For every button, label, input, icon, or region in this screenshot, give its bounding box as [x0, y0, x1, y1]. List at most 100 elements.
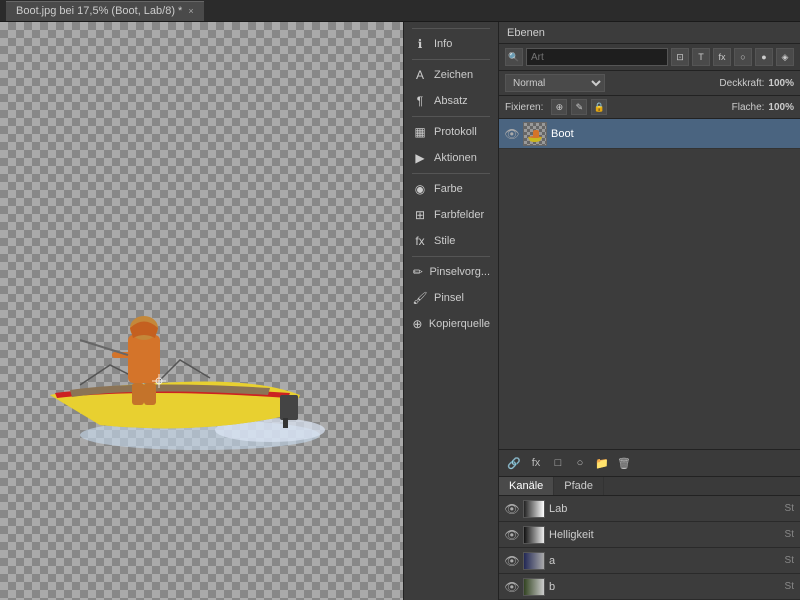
search-type-icon[interactable]: 🔍: [505, 48, 523, 66]
panel-item-absatz[interactable]: ¶ Absatz: [404, 88, 498, 114]
panel-item-zeichen[interactable]: A Zeichen: [404, 62, 498, 88]
pinselvorgabe-icon: ✏: [412, 264, 423, 280]
panel-item-pinselvorgabe[interactable]: ✏ Pinselvorg...: [404, 259, 498, 285]
panel-item-pinsel-label: Pinsel: [434, 292, 464, 304]
kopierquelle-icon: ⊕: [412, 316, 423, 332]
blend-mode-select[interactable]: Normal: [505, 74, 605, 92]
layer-thumbnail-boot: [523, 122, 547, 146]
channel-item-b[interactable]: 👁 b St: [499, 574, 800, 600]
farbe-icon: ◉: [412, 181, 428, 197]
channel-lab-visibility[interactable]: 👁: [505, 502, 519, 516]
fx-filter-icon[interactable]: fx: [713, 48, 731, 66]
tab-close-button[interactable]: ×: [188, 6, 193, 16]
channel-b-name: b: [549, 581, 781, 593]
separator-4: [412, 173, 490, 174]
tab-label: Boot.jpg bei 17,5% (Boot, Lab/8) *: [16, 5, 182, 17]
protokoll-icon: ▦: [412, 124, 428, 140]
channels-tabs: Kanäle Pfade: [499, 477, 800, 496]
mask-filter-icon[interactable]: ○: [734, 48, 752, 66]
blend-mode-row: Normal Deckkraft: 100%: [499, 71, 800, 96]
channel-item-a[interactable]: 👁 a St: [499, 548, 800, 574]
separator-3: [412, 116, 490, 117]
tab-kanaele[interactable]: Kanäle: [499, 477, 554, 495]
layers-panel-header: Ebenen: [499, 22, 800, 44]
new-mask-icon[interactable]: ○: [571, 454, 589, 472]
panel-item-stile[interactable]: fx Stile: [404, 228, 498, 254]
separator-5: [412, 256, 490, 257]
panel-item-farbe-label: Farbe: [434, 183, 463, 195]
fix-brush-icon[interactable]: ✎: [571, 99, 587, 115]
panel-item-stile-label: Stile: [434, 235, 455, 247]
panel-item-kopierquelle[interactable]: ⊕ Kopierquelle: [404, 311, 498, 337]
channel-item-lab[interactable]: 👁 Lab St: [499, 496, 800, 522]
layer-type-text-icon[interactable]: T: [692, 48, 710, 66]
boat-image: [20, 240, 330, 450]
absatz-icon: ¶: [412, 93, 428, 109]
channel-a-visibility[interactable]: 👁: [505, 554, 519, 568]
document-tab[interactable]: Boot.jpg bei 17,5% (Boot, Lab/8) * ×: [6, 1, 204, 21]
panel-item-absatz-label: Absatz: [434, 95, 468, 107]
fix-label: Fixieren:: [505, 102, 543, 113]
color-filter-icon[interactable]: ●: [755, 48, 773, 66]
layer-visibility-icon[interactable]: 👁: [505, 127, 519, 141]
stile-icon: fx: [412, 233, 428, 249]
canvas-area[interactable]: [0, 22, 404, 600]
layers-spacer: [499, 149, 800, 449]
smart-filter-icon[interactable]: ◈: [776, 48, 794, 66]
main-layout: ℹ Info A Zeichen ¶ Absatz ▦ Protokoll ▶ …: [0, 22, 800, 600]
channel-a-thumb: [523, 552, 545, 570]
thumb-boat-svg: [526, 127, 546, 143]
filter-icon[interactable]: ⊡: [671, 48, 689, 66]
panel-item-farbfelder[interactable]: ⊞ Farbfelder: [404, 202, 498, 228]
channel-helligkeit-visibility[interactable]: 👁: [505, 528, 519, 542]
delete-layer-icon[interactable]: 🗑: [615, 454, 633, 472]
flache-label: Flache:: [732, 102, 765, 113]
channel-lab-shortcut: St: [785, 503, 794, 514]
fix-all-icon[interactable]: 🔒: [591, 99, 607, 115]
zeichen-icon: A: [412, 67, 428, 83]
channel-helligkeit-shortcut: St: [785, 529, 794, 540]
opacity-value: 100%: [768, 78, 794, 89]
channel-b-shortcut: St: [785, 581, 794, 592]
panel-item-protokoll-label: Protokoll: [434, 126, 477, 138]
channel-b-thumb: [523, 578, 545, 596]
layers-search-input[interactable]: [526, 48, 668, 66]
panel-item-farbe[interactable]: ◉ Farbe: [404, 176, 498, 202]
aktionen-icon: ▶: [412, 150, 428, 166]
panel-item-farbfelder-label: Farbfelder: [434, 209, 484, 221]
tab-pfade[interactable]: Pfade: [554, 477, 604, 495]
layers-bottom-toolbar: 🔗 fx □ ○ 📁 🗑: [499, 449, 800, 477]
fix-position-icon[interactable]: ⊕: [551, 99, 567, 115]
panel-item-protokoll[interactable]: ▦ Protokoll: [404, 119, 498, 145]
panel-item-info[interactable]: ℹ Info: [404, 31, 498, 57]
channel-a-name: a: [549, 555, 781, 567]
layer-name-boot: Boot: [551, 128, 574, 140]
middle-panel: ℹ Info A Zeichen ¶ Absatz ▦ Protokoll ▶ …: [404, 22, 499, 600]
channel-lab-name: Lab: [549, 503, 781, 515]
channel-b-visibility[interactable]: 👁: [505, 580, 519, 594]
link-icon[interactable]: 🔗: [505, 454, 523, 472]
info-icon: ℹ: [412, 36, 428, 52]
panel-item-pinsel[interactable]: 🖌 Pinsel: [404, 285, 498, 311]
channel-helligkeit-thumb: [523, 526, 545, 544]
panel-item-aktionen[interactable]: ▶ Aktionen: [404, 145, 498, 171]
flache-value: 100%: [768, 102, 794, 113]
new-group-icon[interactable]: 📁: [593, 454, 611, 472]
right-panel: ℹ Info A Zeichen ¶ Absatz ▦ Protokoll ▶ …: [404, 22, 800, 600]
panel-item-pinselvorgabe-label: Pinselvorg...: [429, 266, 490, 278]
new-fill-layer-icon[interactable]: □: [549, 454, 567, 472]
channel-lab-thumb: [523, 500, 545, 518]
panel-item-zeichen-label: Zeichen: [434, 69, 473, 81]
channel-item-helligkeit[interactable]: 👁 Helligkeit St: [499, 522, 800, 548]
layers-search-row: 🔍 ⊡ T fx ○ ● ◈: [499, 44, 800, 71]
channel-helligkeit-name: Helligkeit: [549, 529, 781, 541]
panel-item-kopierquelle-label: Kopierquelle: [429, 318, 490, 330]
opacity-label: Deckkraft:: [719, 78, 764, 89]
layer-item-boot[interactable]: 👁 Boot: [499, 119, 800, 149]
channel-a-shortcut: St: [785, 555, 794, 566]
pinsel-icon: 🖌: [412, 290, 428, 306]
fx-icon[interactable]: fx: [527, 454, 545, 472]
layers-panel-title: Ebenen: [507, 27, 545, 39]
panel-item-info-label: Info: [434, 38, 452, 50]
farbfelder-icon: ⊞: [412, 207, 428, 223]
